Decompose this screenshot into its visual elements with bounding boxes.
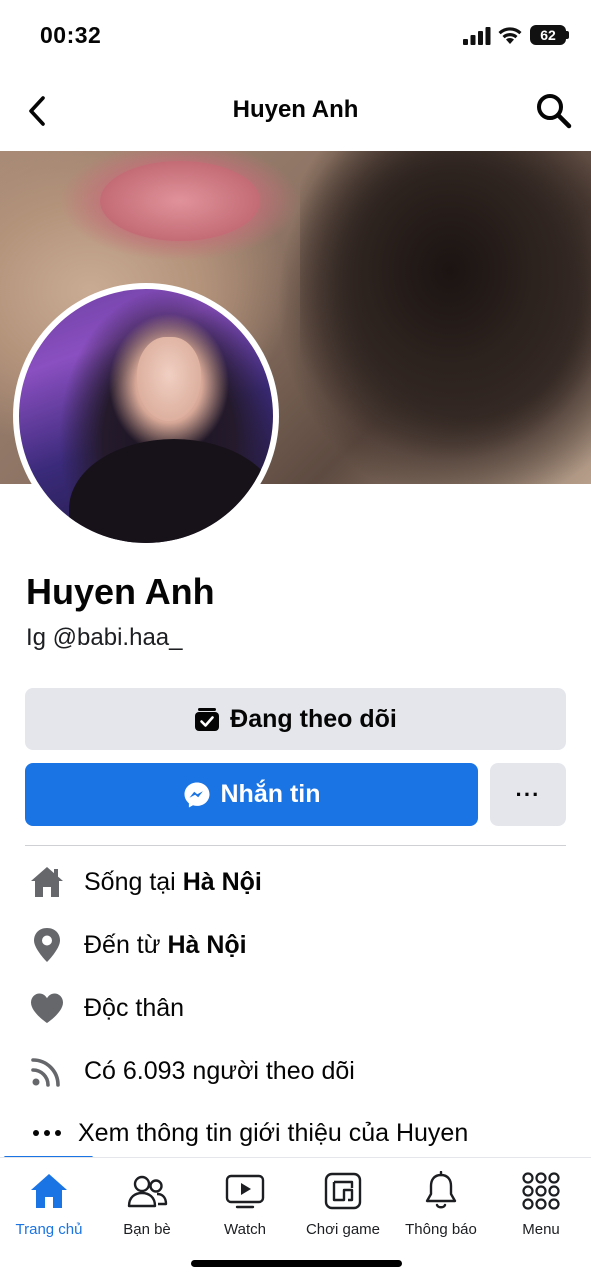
heart-icon (28, 989, 66, 1027)
detail-from-text: Đến từ Hà Nội (84, 931, 247, 960)
gaming-icon (322, 1170, 364, 1212)
profile-bio: Ig @babi.haa_ (26, 624, 183, 651)
search-icon[interactable] (535, 92, 573, 130)
tab-home-label: Trang chủ (15, 1221, 83, 1238)
tab-notifications[interactable]: Thông báo (392, 1170, 490, 1248)
tab-home[interactable]: Trang chủ (0, 1170, 98, 1248)
detail-followers[interactable]: Có 6.093 người theo dõi (28, 1051, 355, 1091)
detail-relationship: Độc thân (28, 988, 184, 1028)
detail-see-more[interactable]: Xem thông tin giới thiệu của Huyen (28, 1113, 468, 1153)
detail-lives-in-text: Sống tại Hà Nội (84, 868, 262, 897)
friends-icon (126, 1170, 168, 1212)
battery-level: 62 (540, 27, 556, 43)
battery-indicator: 62 (530, 25, 566, 45)
detail-followers-text: Có 6.093 người theo dõi (84, 1056, 355, 1085)
following-button[interactable]: Đang theo dõi (25, 688, 566, 750)
house-icon (28, 863, 66, 901)
message-button[interactable]: Nhắn tin (25, 763, 478, 826)
rss-followers-icon (28, 1052, 66, 1090)
following-label: Đang theo dõi (230, 704, 397, 733)
home-icon (28, 1170, 70, 1212)
from-city[interactable]: Hà Nội (167, 931, 246, 959)
tab-gaming-label: Chơi game (305, 1221, 381, 1238)
wifi-icon (498, 27, 522, 44)
from-prefix: Đến từ (84, 930, 168, 959)
tab-gaming[interactable]: Chơi game (294, 1170, 392, 1248)
tab-watch[interactable]: Watch (196, 1170, 294, 1248)
lives-city[interactable]: Hà Nội (183, 868, 262, 896)
avatar[interactable] (13, 283, 279, 549)
grid-icon (520, 1170, 562, 1212)
ellipsis-icon (28, 1114, 66, 1152)
profile-name: Huyen Anh (26, 571, 215, 612)
status-bar: 00:32 62 (0, 0, 591, 72)
more-options-icon: ··· (515, 781, 541, 807)
tab-friends-label: Bạn bè (123, 1221, 171, 1238)
header-title: Huyen Anh (232, 96, 359, 123)
following-check-icon (195, 708, 220, 731)
messenger-icon (184, 782, 209, 807)
lives-prefix: Sống tại (84, 867, 183, 896)
detail-relationship-text: Độc thân (84, 993, 185, 1022)
message-label: Nhắn tin (220, 780, 321, 808)
detail-from: Đến từ Hà Nội (28, 925, 247, 965)
more-options-button[interactable]: ··· (490, 763, 566, 826)
cover-photo-hair (300, 151, 591, 484)
tab-notifications-label: Thông báo (405, 1221, 477, 1238)
detail-lives-in: Sống tại Hà Nội (28, 862, 262, 902)
detail-see-more-text: Xem thông tin giới thiệu của Huyen (78, 1118, 469, 1147)
avatar-figure-body (69, 439, 273, 543)
tab-watch-label: Watch (224, 1221, 266, 1238)
avatar-figure-face (137, 337, 201, 421)
cover-photo-lips (100, 161, 260, 241)
status-time: 00:32 (40, 22, 102, 48)
watch-icon (224, 1170, 266, 1212)
bell-icon (420, 1170, 462, 1212)
profile-header: Huyen Anh (0, 72, 591, 150)
location-pin-icon (28, 926, 66, 964)
avatar-image (19, 289, 273, 543)
divider (25, 845, 566, 846)
cellular-signal-icon (463, 27, 491, 45)
battery-nub (566, 31, 569, 39)
tab-friends[interactable]: Bạn bè (98, 1170, 196, 1248)
tab-menu-label: Menu (522, 1221, 560, 1238)
home-indicator (191, 1260, 402, 1267)
tab-menu[interactable]: Menu (492, 1170, 590, 1248)
